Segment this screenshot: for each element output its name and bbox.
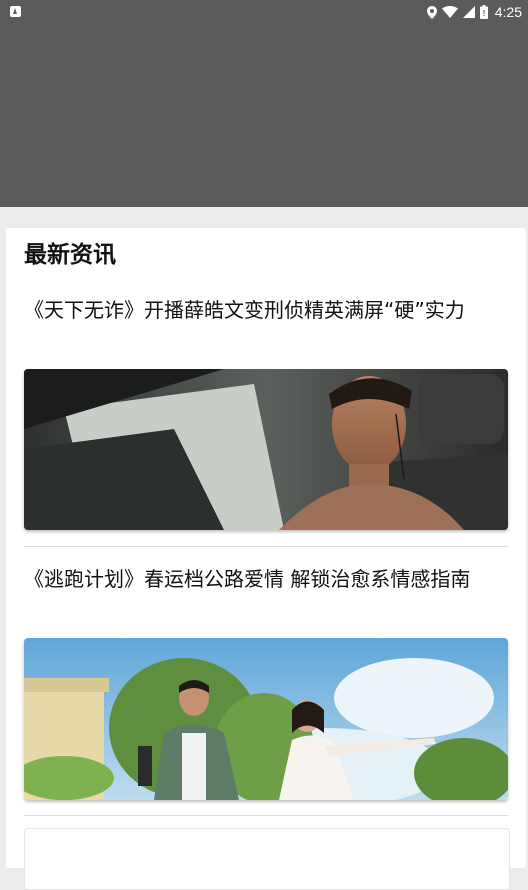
svg-text:!: ! (482, 9, 485, 18)
actor-in-car-photo (24, 369, 508, 530)
news-item-image[interactable] (24, 638, 508, 800)
divider (24, 815, 508, 816)
news-item-title[interactable]: 《天下无诈》开播薛皓文变刑侦精英满屏“硬”实力 (24, 296, 512, 324)
signal-icon (462, 6, 475, 18)
status-bar: ! 4:25 (0, 0, 528, 24)
section-title: 最新资讯 (24, 242, 116, 268)
battery-icon: ! (479, 5, 488, 19)
divider (24, 546, 508, 547)
news-card: 最新资讯 《天下无诈》开播薛皓文变刑侦精英满屏“硬”实力 《逃跑计划》春运档公路… (6, 228, 526, 890)
wifi-icon (441, 6, 458, 18)
notification-a-icon (10, 6, 21, 17)
couple-outdoors-photo (24, 638, 508, 800)
status-time: 4:25 (494, 4, 522, 20)
header-banner (0, 24, 528, 207)
location-icon (426, 5, 437, 19)
news-item-title[interactable]: 《逃跑计划》春运档公路爱情 解锁治愈系情感指南 (24, 565, 512, 593)
status-icons: ! 4:25 (426, 0, 522, 24)
news-item-partial[interactable] (24, 828, 510, 890)
news-item-image[interactable] (24, 369, 508, 530)
